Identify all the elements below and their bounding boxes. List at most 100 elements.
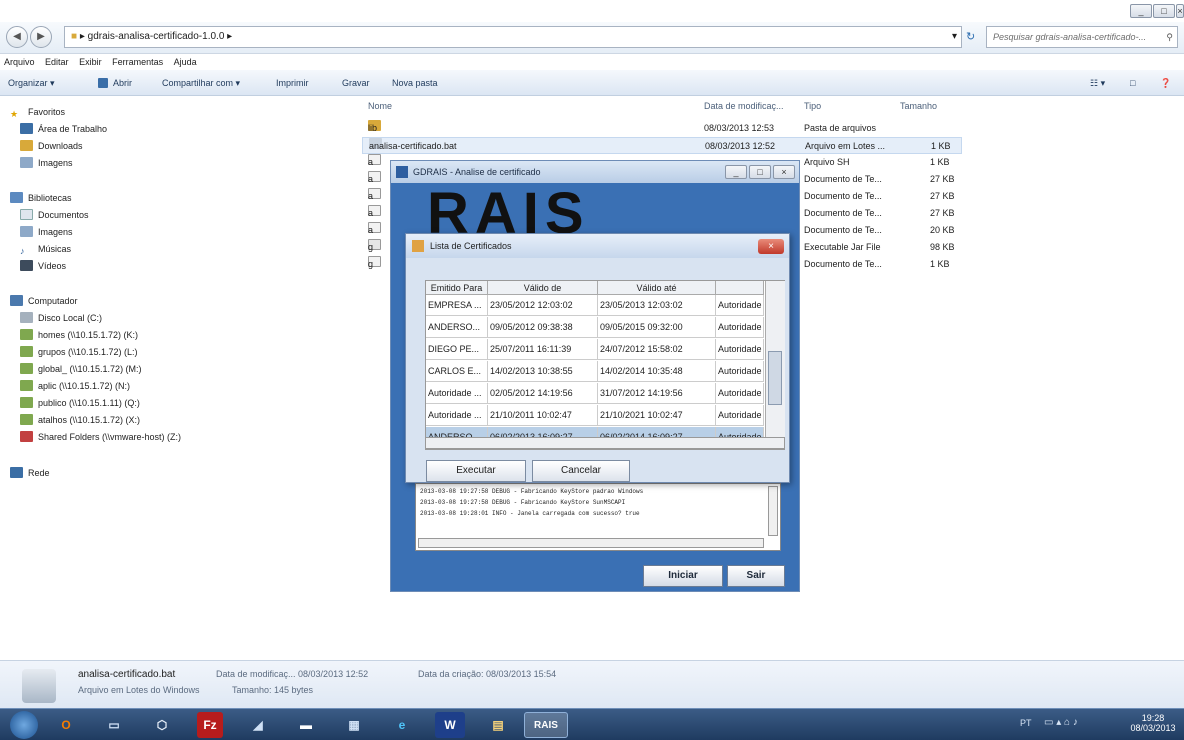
column-issued-to[interactable]: Emitido Para — [426, 281, 488, 295]
nav-drive-m[interactable]: global_ (\\10.15.1.72) (M:) — [20, 362, 142, 376]
dialog-titlebar: Lista de Certificados × — [406, 234, 789, 258]
explorer-icon[interactable]: ▤ — [476, 712, 520, 738]
table-row[interactable]: Autoridade ... 02/05/2012 14:19:56 31/07/2… — [426, 383, 764, 404]
menu-arquivo[interactable]: Arquivo — [4, 57, 35, 67]
network-drive-icon — [20, 329, 33, 340]
nav-lib-images[interactable]: Imagens — [20, 225, 73, 239]
preview-pane-icon[interactable]: □ — [1130, 70, 1135, 96]
cancel-button[interactable]: Cancelar — [532, 460, 630, 482]
window-titlebar: _ □ × — [0, 0, 1184, 22]
close-button[interactable]: × — [1176, 4, 1184, 18]
terminal-icon[interactable]: ▬ — [284, 712, 328, 738]
menu-editar[interactable]: Editar — [45, 57, 69, 67]
language-indicator[interactable]: PT — [1020, 718, 1032, 728]
menu-ajuda[interactable]: Ajuda — [174, 57, 197, 67]
file-row[interactable]: lib 08/03/2013 12:53 Pasta de arquivos — [362, 120, 962, 137]
organize-button[interactable]: Organizar ▾ — [8, 70, 55, 96]
app-maximize-button[interactable]: □ — [749, 165, 771, 179]
chevron-down-icon[interactable]: ▾ — [952, 27, 957, 47]
nav-drive-q[interactable]: publico (\\10.15.1.11) (Q:) — [20, 396, 140, 410]
nav-drive-l[interactable]: grupos (\\10.15.1.72) (L:) — [20, 345, 138, 359]
app-close-button[interactable]: × — [773, 165, 795, 179]
nav-drive-z[interactable]: Shared Folders (\\vmware-host) (Z:) — [20, 430, 181, 444]
table-vertical-scrollbar[interactable] — [765, 281, 785, 449]
search-placeholder: Pesquisar gdrais-analisa-certificado-... — [993, 32, 1147, 42]
nav-network[interactable]: Rede — [10, 466, 50, 480]
search-icon[interactable]: ⚲ — [1166, 27, 1173, 47]
scrollbar-thumb[interactable] — [768, 351, 782, 405]
menu-ferramentas[interactable]: Ferramentas — [112, 57, 163, 67]
log-line: 2013-03-08 19:27:58 DEBUG - Fabricando K… — [420, 499, 626, 506]
network-icon — [10, 467, 23, 478]
column-date[interactable]: Data de modificaç... — [704, 97, 800, 115]
print-button[interactable]: Imprimir — [276, 70, 309, 96]
app-icon[interactable]: ◢ — [236, 712, 280, 738]
open-button[interactable]: Abrir — [98, 70, 132, 96]
calculator-icon[interactable]: ▦ — [332, 712, 376, 738]
minimize-button[interactable]: _ — [1130, 4, 1152, 18]
help-icon[interactable]: ❓ — [1160, 70, 1171, 96]
window-icon[interactable]: ▭ — [92, 712, 136, 738]
table-row[interactable]: Autoridade ... 21/10/2011 10:02:47 21/10/2… — [426, 405, 764, 426]
java-icon — [412, 240, 424, 252]
nav-music[interactable]: ♪ Músicas — [20, 242, 71, 256]
table-horizontal-scrollbar[interactable] — [425, 437, 785, 449]
nav-libraries[interactable]: Bibliotecas — [10, 191, 72, 205]
share-button[interactable]: Compartilhar com ▾ — [162, 70, 240, 96]
search-input[interactable]: Pesquisar gdrais-analisa-certificado-...… — [986, 26, 1178, 48]
clock[interactable]: 19:28 08/03/2013 — [1130, 713, 1176, 733]
execute-button[interactable]: Executar — [426, 460, 526, 482]
menu-exibir[interactable]: Exibir — [79, 57, 102, 67]
nav-drive-k[interactable]: homes (\\10.15.1.72) (K:) — [20, 328, 138, 342]
column-valid-until[interactable]: Válido até — [598, 281, 716, 295]
start-orb-icon[interactable] — [10, 711, 38, 739]
refresh-icon[interactable]: ↻ — [966, 30, 975, 43]
address-field[interactable]: ■ ▸ gdrais-analisa-certificado-1.0.0 ▸ ▾ — [64, 26, 962, 48]
app-minimize-button[interactable]: _ — [725, 165, 747, 179]
log-area[interactable]: 2013-03-08 19:27:58 DEBUG - Fabricando K… — [415, 483, 781, 551]
nav-videos[interactable]: Vídeos — [20, 259, 66, 273]
view-options-icon[interactable]: ☷ ▾ — [1090, 70, 1105, 96]
ie-icon[interactable]: e — [380, 712, 424, 738]
word-icon[interactable]: W — [435, 712, 465, 738]
nav-computer[interactable]: Computador — [10, 294, 78, 308]
log-vertical-scrollbar[interactable] — [768, 486, 778, 536]
nav-desktop[interactable]: Área de Trabalho — [20, 122, 107, 136]
filezilla-icon[interactable]: Fz — [197, 712, 223, 738]
start-button[interactable]: Iniciar — [643, 565, 723, 587]
virtualbox-icon[interactable]: ⬡ — [140, 712, 184, 738]
file-row-selected[interactable]: analisa-certificado.bat 08/03/2013 12:52… — [362, 137, 962, 154]
nav-drive-n[interactable]: aplic (\\10.15.1.72) (N:) — [20, 379, 130, 393]
table-row[interactable]: EMPRESA ... 23/05/2012 12:03:02 23/05/2013… — [426, 295, 764, 316]
tray-icons[interactable]: ▭ ▴ ⌂ ♪ — [1044, 717, 1078, 728]
nav-drive-c[interactable]: Disco Local (C:) — [20, 311, 102, 325]
network-drive-icon — [20, 363, 33, 374]
taskbar: O ▭ ⬡ Fz ◢ ▬ ▦ e W ▤ RAIS PT ▭ ▴ ⌂ ♪ 19:… — [0, 708, 1184, 740]
gdrais-task-icon[interactable]: RAIS — [524, 712, 568, 738]
maximize-button[interactable]: □ — [1153, 4, 1175, 18]
column-valid-from[interactable]: Válido de — [488, 281, 598, 295]
column-name[interactable]: Nome — [368, 97, 698, 115]
nav-drive-x[interactable]: atalhos (\\10.15.1.72) (X:) — [20, 413, 140, 427]
disconnected-drive-icon — [20, 431, 33, 442]
exit-button[interactable]: Sair — [727, 565, 785, 587]
back-button[interactable]: ◀ — [6, 26, 28, 48]
table-row[interactable]: DIEGO PE... 25/07/2011 16:11:39 24/07/2012… — [426, 339, 764, 360]
batch-file-large-icon — [22, 669, 56, 703]
burn-button[interactable]: Gravar — [342, 70, 370, 96]
breadcrumb[interactable]: gdrais-analisa-certificado-1.0.0 — [88, 31, 225, 42]
nav-images[interactable]: Imagens — [20, 156, 73, 170]
new-folder-button[interactable]: Nova pasta — [392, 70, 438, 96]
table-row[interactable]: CARLOS E... 14/02/2013 10:38:55 14/02/2014… — [426, 361, 764, 382]
column-issuer[interactable] — [716, 281, 764, 295]
column-size[interactable]: Tamanho — [900, 97, 960, 115]
column-type[interactable]: Tipo — [804, 97, 894, 115]
log-horizontal-scrollbar[interactable] — [418, 538, 764, 548]
forward-button[interactable]: ▶ — [30, 26, 52, 48]
table-row[interactable]: ANDERSO... 09/05/2012 09:38:38 09/05/2015 … — [426, 317, 764, 338]
outlook-icon[interactable]: O — [44, 712, 88, 738]
dialog-close-button[interactable]: × — [758, 239, 784, 254]
nav-favorites[interactable]: ★ Favoritos — [10, 105, 65, 119]
nav-documents[interactable]: Documentos — [20, 208, 89, 222]
nav-downloads[interactable]: Downloads — [20, 139, 83, 153]
